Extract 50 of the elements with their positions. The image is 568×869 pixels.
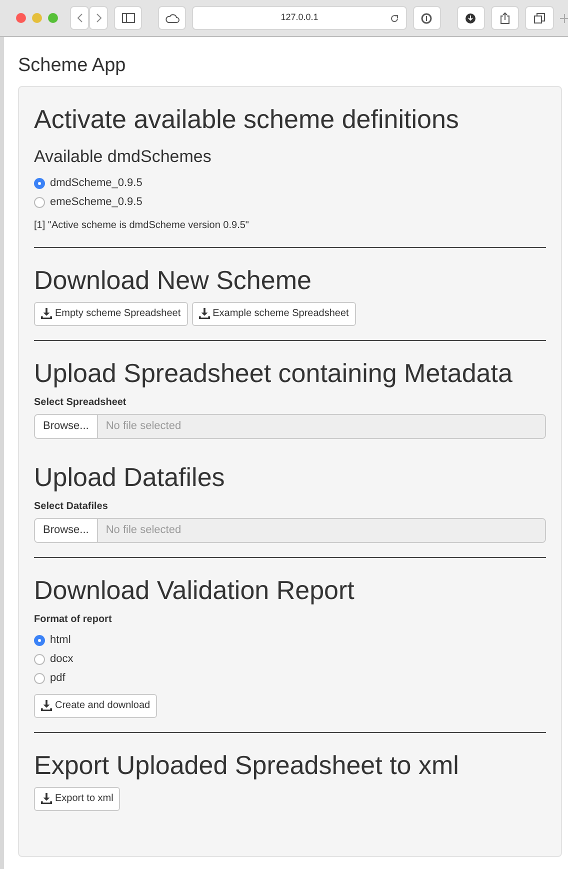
download-icon: [198, 308, 210, 319]
download-button[interactable]: Example scheme Spreadsheet: [192, 302, 356, 326]
share-icon: [500, 12, 510, 24]
section-heading: Upload Spreadsheet containing Metadata: [34, 358, 514, 388]
forward-button[interactable]: [89, 6, 108, 30]
section-heading: Activate available scheme definitions: [34, 104, 460, 134]
download-button[interactable]: Create and download: [34, 694, 158, 718]
reload-icon[interactable]: [390, 14, 399, 22]
downloads-button[interactable]: [456, 6, 485, 30]
download-icon: [41, 308, 52, 319]
download-button[interactable]: Empty scheme Spreadsheet: [34, 302, 188, 326]
file-placeholder: No file selected: [98, 414, 545, 438]
file-placeholder: No file selected: [98, 518, 545, 542]
cloud-button[interactable]: [158, 6, 186, 30]
app-title: Scheme App: [18, 55, 127, 77]
field-label: Format of report: [34, 612, 113, 626]
reader-button[interactable]: [412, 6, 441, 30]
chevron-left-icon: [76, 13, 82, 23]
url-text: 127.0.0.1: [280, 11, 318, 24]
file-input[interactable]: Browse... No file selected: [34, 414, 546, 438]
download-icon: [465, 12, 476, 24]
section-heading: Download New Scheme: [34, 264, 312, 294]
file-input[interactable]: Browse... No file selected: [34, 518, 546, 542]
radio-option[interactable]: dmdScheme_0.9.5: [34, 174, 546, 192]
tabs-icon: [534, 12, 545, 24]
address-bar[interactable]: 127.0.0.1: [192, 6, 407, 30]
field-label: Select Datafiles: [34, 500, 109, 514]
download-icon: [41, 793, 52, 804]
radio-option[interactable]: pdf: [34, 668, 546, 688]
section-heading: Export Uploaded Spreadsheet to xml: [34, 750, 460, 780]
share-button[interactable]: [490, 6, 520, 30]
browse-button[interactable]: Browse...: [35, 518, 98, 542]
sidebar-icon: [122, 13, 135, 23]
output-text: [1] "Active scheme is dmdScheme version 0.9.5": [34, 218, 250, 232]
browse-button[interactable]: Browse...: [35, 414, 98, 438]
radio-option[interactable]: emeScheme_0.9.5: [34, 192, 546, 212]
download-button[interactable]: Export to xml: [34, 786, 120, 810]
back-button[interactable]: [70, 6, 89, 30]
tabs-button[interactable]: [525, 6, 554, 30]
section-heading: Upload Datafiles: [34, 462, 226, 492]
cloud-icon: [164, 13, 180, 23]
radio-option[interactable]: docx: [34, 650, 546, 668]
field-label: Select Spreadsheet: [34, 396, 128, 410]
chevron-right-icon: [96, 13, 102, 23]
section-heading: Download Validation Report: [34, 574, 356, 604]
radio-option[interactable]: html: [34, 630, 546, 650]
sidebar-button[interactable]: [114, 6, 142, 30]
download-icon: [41, 700, 52, 711]
subheading: Available dmdSchemes: [34, 146, 212, 168]
circle-icon: [421, 12, 432, 24]
